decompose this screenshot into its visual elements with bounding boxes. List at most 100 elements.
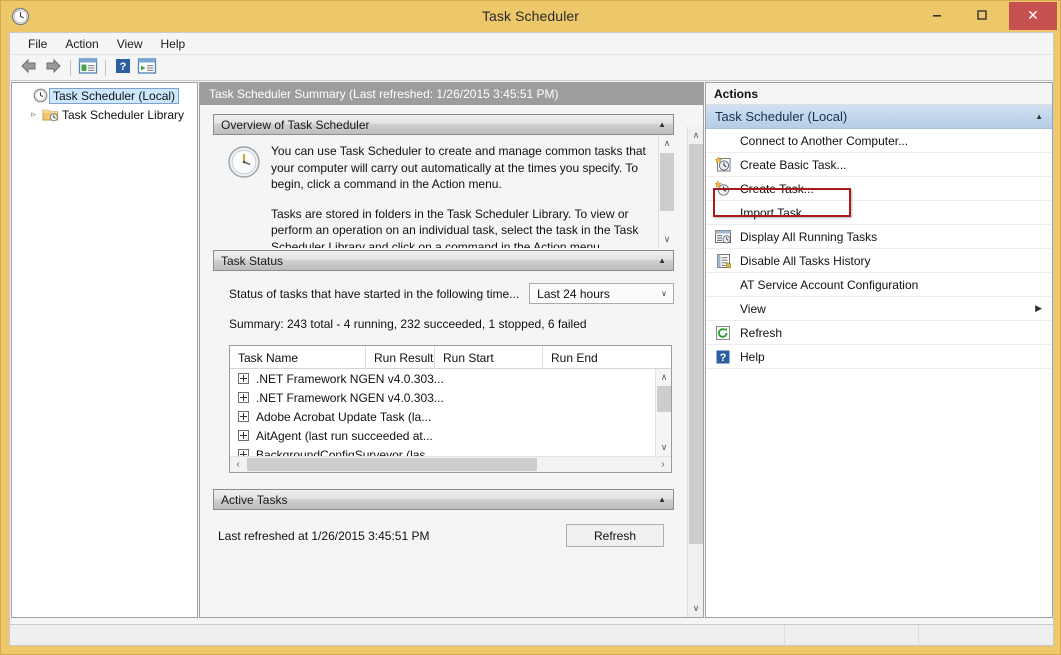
status-period-label: Status of tasks that have started in the… <box>229 286 520 301</box>
action-create-basic-task[interactable]: Create Basic Task... <box>706 153 1052 177</box>
actions-pane-title: Actions <box>706 83 1052 105</box>
action-view[interactable]: View ▶ <box>706 297 1052 321</box>
back-arrow-icon <box>20 58 38 77</box>
action-label: Create Basic Task... <box>740 157 847 172</box>
action-connect-to-another-computer[interactable]: Connect to Another Computer... <box>706 129 1052 153</box>
close-button[interactable]: ✕ <box>1009 2 1057 30</box>
table-row[interactable]: Adobe Acrobat Update Task (la... <box>230 407 655 426</box>
action-refresh[interactable]: Refresh <box>706 321 1052 345</box>
tree-item-label: Task Scheduler (Local) <box>49 87 180 104</box>
menu-item-view[interactable]: View <box>108 34 152 54</box>
column-header-task-name[interactable]: Task Name <box>230 346 366 369</box>
action-label: Connect to Another Computer... <box>740 133 909 148</box>
scrollbar-thumb[interactable] <box>689 144 703 544</box>
chevron-up-icon[interactable]: ▲ <box>1035 112 1043 121</box>
scroll-up-icon[interactable]: ∧ <box>656 369 672 386</box>
action-label: Import Task... <box>740 205 812 220</box>
section-header-overview[interactable]: Overview of Task Scheduler ▲ <box>213 114 674 135</box>
chevron-up-icon[interactable]: ▲ <box>658 120 666 129</box>
scrollbar-thumb[interactable] <box>247 458 537 471</box>
scroll-down-icon[interactable]: ∨ <box>688 600 703 617</box>
svg-text:?: ? <box>720 352 727 364</box>
task-summary-text: Summary: 243 total - 4 running, 232 succ… <box>229 317 587 331</box>
status-bar <box>9 624 1054 646</box>
task-scheduler-window: Task Scheduler ✕ File Action View Help ?… <box>0 0 1061 655</box>
show-hide-tree-button[interactable] <box>77 57 99 79</box>
time-period-select[interactable]: Last 24 hours ∨ <box>529 283 674 304</box>
action-import-task[interactable]: Import Task... <box>706 201 1052 225</box>
tree-item-task-scheduler-local[interactable]: Task Scheduler (Local) <box>12 86 197 105</box>
maximize-button[interactable] <box>959 2 1004 30</box>
back-button[interactable] <box>18 57 40 79</box>
table-row[interactable]: BackgroundConfigSurveyor (las <box>230 445 655 456</box>
expand-row-icon[interactable] <box>238 411 249 422</box>
toolbar: ? <box>10 55 1053 81</box>
properties-button[interactable] <box>136 57 158 79</box>
clock-icon <box>31 88 49 103</box>
action-label: Display All Running Tasks <box>740 229 878 244</box>
column-header-run-result[interactable]: Run Result <box>366 346 435 369</box>
maximize-icon <box>976 9 988 24</box>
scroll-left-icon[interactable]: ‹ <box>230 457 246 472</box>
overview-scrollbar[interactable]: ∧ ∨ <box>658 135 674 248</box>
folder-clock-icon <box>41 107 59 122</box>
refresh-icon <box>710 325 736 341</box>
scroll-up-icon[interactable]: ∧ <box>659 135 675 152</box>
menu-item-help[interactable]: Help <box>152 34 195 54</box>
refresh-button[interactable]: Refresh <box>566 524 664 547</box>
table-header-row: Task Name Run Result Run Start Run End <box>230 346 671 369</box>
column-header-run-end[interactable]: Run End <box>543 346 643 369</box>
console-tree-pane: Task Scheduler (Local) ▹ Task Scheduler … <box>11 82 198 618</box>
action-disable-all-tasks-history[interactable]: Disable All Tasks History <box>706 249 1052 273</box>
action-help[interactable]: ? Help <box>706 345 1052 369</box>
action-label: Create Task... <box>740 181 814 196</box>
expand-row-icon[interactable] <box>238 449 249 456</box>
task-status-table: Task Name Run Result Run Start Run End .… <box>229 345 672 473</box>
cell-task-name: Adobe Acrobat Update Task (la... <box>256 409 432 424</box>
table-horizontal-scrollbar[interactable]: ‹ › <box>230 456 671 472</box>
help-button[interactable]: ? <box>112 57 134 79</box>
details-footer: Last refreshed at 1/26/2015 3:45:51 PM R… <box>213 510 674 547</box>
status-bar-cell-2 <box>785 625 919 645</box>
scroll-down-icon[interactable]: ∨ <box>659 231 675 248</box>
chevron-up-icon[interactable]: ▲ <box>658 495 666 504</box>
scrollbar-thumb[interactable] <box>657 386 671 412</box>
table-row[interactable]: AitAgent (last run succeeded at... <box>230 426 655 445</box>
time-period-value: Last 24 hours <box>537 286 610 301</box>
toolbar-separator-2 <box>105 59 106 76</box>
action-create-task[interactable]: Create Task... <box>706 177 1052 201</box>
section-header-task-status[interactable]: Task Status ▲ <box>213 250 674 271</box>
menu-item-file[interactable]: File <box>19 34 56 54</box>
table-body: .NET Framework NGEN v4.0.303... .NET Fra… <box>230 369 655 456</box>
tree-expander-library[interactable]: ▹ <box>26 109 41 120</box>
details-scroll-area: Overview of Task Scheduler ▲ You can use… <box>200 105 703 617</box>
chevron-up-icon[interactable]: ▲ <box>658 256 666 265</box>
scroll-up-icon[interactable]: ∧ <box>688 127 703 144</box>
column-header-run-start[interactable]: Run Start <box>435 346 543 369</box>
scroll-down-icon[interactable]: ∨ <box>656 439 672 456</box>
cell-task-name: AitAgent (last run succeeded at... <box>256 428 433 443</box>
minimize-button[interactable] <box>914 2 959 30</box>
table-row[interactable]: .NET Framework NGEN v4.0.303... <box>230 388 655 407</box>
expand-row-icon[interactable] <box>238 373 249 384</box>
scrollbar-thumb[interactable] <box>660 153 674 211</box>
section-title: Overview of Task Scheduler <box>221 117 370 132</box>
table-row[interactable]: .NET Framework NGEN v4.0.303... <box>230 369 655 388</box>
details-pane-header: Task Scheduler Summary (Last refreshed: … <box>200 83 703 105</box>
forward-button[interactable] <box>42 57 64 79</box>
action-at-service-account-configuration[interactable]: AT Service Account Configuration <box>706 273 1052 297</box>
overview-body: You can use Task Scheduler to create and… <box>213 135 674 248</box>
disable-history-icon <box>710 253 736 269</box>
tree-item-task-scheduler-library[interactable]: ▹ Task Scheduler Library <box>12 105 197 124</box>
menu-item-action[interactable]: Action <box>56 34 107 54</box>
scroll-right-icon[interactable]: › <box>655 457 671 472</box>
action-display-all-running-tasks[interactable]: Display All Running Tasks <box>706 225 1052 249</box>
title-bar: Task Scheduler ✕ <box>1 1 1060 32</box>
table-vertical-scrollbar[interactable]: ∧ ∨ <box>655 369 671 456</box>
actions-group-header[interactable]: Task Scheduler (Local) ▲ <box>706 105 1052 129</box>
cell-task-name: .NET Framework NGEN v4.0.303... <box>256 371 444 386</box>
expand-row-icon[interactable] <box>238 392 249 403</box>
expand-row-icon[interactable] <box>238 430 249 441</box>
details-pane-scrollbar[interactable]: ∧ ∨ <box>687 127 703 617</box>
section-header-active-tasks[interactable]: Active Tasks ▲ <box>213 489 674 510</box>
